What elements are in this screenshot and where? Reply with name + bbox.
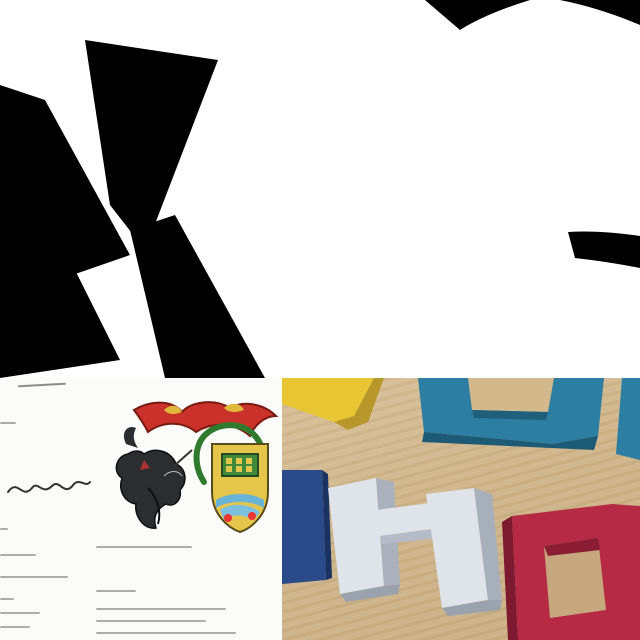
signature-icon bbox=[7, 481, 91, 493]
glyph-s-top-stroke bbox=[425, 0, 530, 30]
glyph-artwork bbox=[0, 0, 640, 378]
glyph-k-lower-diagonal bbox=[130, 215, 265, 378]
doc-text-line bbox=[0, 598, 14, 600]
doc-text-line bbox=[96, 620, 206, 622]
glyph-right-letter: S bbox=[560, 20, 589, 66]
photo-letter-o: O bbox=[572, 568, 598, 603]
doc-text-line bbox=[96, 608, 226, 610]
document-tile bbox=[0, 378, 282, 640]
blue-letter-partial bbox=[616, 378, 640, 460]
doc-text-line bbox=[96, 546, 192, 548]
doc-text-line bbox=[0, 554, 36, 556]
doc-text-line bbox=[96, 590, 136, 592]
doc-text-line bbox=[0, 422, 16, 424]
doc-text-line bbox=[0, 626, 30, 628]
doc-handwriting-top bbox=[17, 382, 67, 388]
glyph-s-middle-stroke bbox=[568, 231, 640, 268]
red-letter-o bbox=[502, 504, 640, 640]
photo-letter-u: U bbox=[502, 388, 526, 423]
doc-text-line bbox=[0, 612, 40, 614]
doc-text-line bbox=[0, 576, 68, 578]
glyph-s-shape bbox=[425, 0, 640, 268]
glyph-left-letter: K bbox=[40, 40, 71, 86]
navy-letter-block bbox=[282, 470, 326, 584]
doc-text-line bbox=[0, 528, 8, 530]
glyph-tile: K S bbox=[0, 0, 640, 378]
glyph-k-shape bbox=[0, 40, 265, 378]
crest-icon bbox=[115, 401, 279, 534]
collage-canvas: K S bbox=[0, 0, 640, 640]
doc-text-line bbox=[96, 632, 236, 634]
letters-photo-tile: H O U bbox=[282, 378, 640, 640]
photo-letter-h: H bbox=[402, 528, 427, 563]
